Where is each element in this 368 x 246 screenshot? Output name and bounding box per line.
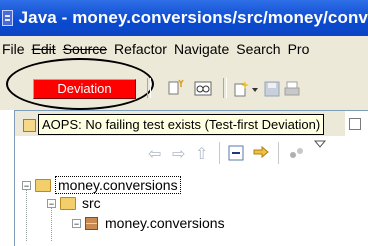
- collapse-toggle-icon[interactable]: −: [22, 180, 31, 190]
- package-explorer-icon[interactable]: [23, 119, 36, 132]
- new-test-icon[interactable]: [167, 78, 185, 96]
- menu-file[interactable]: File: [0, 41, 25, 57]
- project-label: money.conversions: [55, 176, 181, 194]
- minimize-view-icon[interactable]: [349, 118, 361, 130]
- highlight-ellipse: [6, 58, 154, 110]
- link-with-editor-icon[interactable]: [252, 145, 270, 161]
- project-folder-icon: [35, 178, 51, 192]
- tree-row-project[interactable]: − money.conversions: [22, 176, 181, 194]
- save-icon[interactable]: [263, 80, 281, 98]
- src-label: src: [82, 195, 101, 211]
- tree-connector: [26, 187, 27, 241]
- glasses-icon[interactable]: [194, 80, 212, 98]
- toolbar-separator: [223, 78, 227, 98]
- view-toolbar-separator: [278, 142, 279, 164]
- tree-row-src[interactable]: − src: [47, 194, 103, 212]
- menu-navigate[interactable]: Navigate: [167, 41, 229, 57]
- deviation-tooltip: AOPS: No failing test exists (Test-first…: [38, 114, 325, 135]
- up-icon[interactable]: ⇧: [195, 144, 208, 164]
- menu-source[interactable]: Source: [56, 41, 107, 57]
- print-icon[interactable]: [283, 80, 301, 98]
- window-title: Java - money.conversions/src/money/conv: [18, 8, 368, 27]
- new-file-icon[interactable]: [232, 80, 250, 98]
- view-toolbar-separator: [219, 142, 220, 164]
- title-bar: Java - money.conversions/src/money/conv: [0, 0, 368, 36]
- toolbar-separator: [147, 78, 151, 98]
- menu-project[interactable]: Pro: [281, 41, 310, 57]
- back-icon[interactable]: ⇦: [148, 144, 161, 164]
- view-toolbar: ⇦ ⇨ ⇧: [15, 136, 368, 172]
- source-folder-icon: [60, 196, 76, 210]
- menu-bar: File Edit Source Refactor Navigate Searc…: [0, 36, 368, 62]
- collapse-toggle-icon[interactable]: −: [47, 198, 56, 208]
- dropdown-arrow-icon[interactable]: [251, 86, 259, 94]
- filter-icon[interactable]: [288, 145, 306, 161]
- view-menu-icon[interactable]: [314, 139, 326, 149]
- menu-edit[interactable]: Edit: [25, 41, 56, 57]
- collapse-toggle-icon[interactable]: −: [72, 218, 81, 228]
- package-icon: [85, 216, 98, 230]
- menu-search[interactable]: Search: [229, 41, 280, 57]
- tree-row-package[interactable]: − money.conversions: [72, 214, 227, 232]
- window-icon[interactable]: [2, 10, 13, 26]
- collapse-all-icon[interactable]: [228, 145, 244, 161]
- forward-icon[interactable]: ⇨: [172, 144, 185, 164]
- menu-refactor[interactable]: Refactor: [107, 41, 167, 57]
- package-label: money.conversions: [105, 215, 225, 231]
